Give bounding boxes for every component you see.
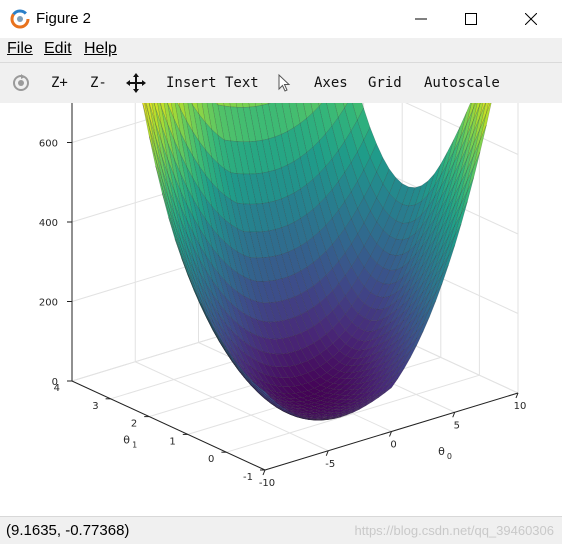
x-tick-label: 10 (514, 401, 527, 412)
close-button[interactable] (508, 0, 554, 38)
menu-help[interactable]: Help (84, 40, 117, 58)
y-tick-label: 3 (92, 401, 98, 412)
x-tick-label: -5 (325, 459, 335, 470)
zoom-out-button[interactable]: Z- (90, 75, 107, 91)
z-tick-label: 600 (39, 139, 58, 150)
y-axis-label-subscript: 1 (132, 441, 137, 450)
menu-edit[interactable]: Edit (44, 40, 72, 58)
x-tick-label: 5 (454, 420, 460, 431)
axes-button[interactable]: Axes (314, 75, 348, 91)
status-bar: (9.1635, -0.77368) https://blog.csdn.net… (0, 516, 562, 544)
y-tick-label: 1 (169, 436, 175, 447)
rotate-icon[interactable] (11, 73, 31, 93)
y-tick-label: 0 (208, 454, 214, 465)
maximize-button[interactable] (448, 0, 494, 38)
surface-mesh (72, 103, 518, 420)
x-tick (263, 470, 265, 475)
x-axis-label-subscript: 0 (447, 452, 452, 461)
y-axis-label: θ (123, 434, 130, 447)
maximize-icon (465, 13, 477, 25)
window-title: Figure 2 (36, 10, 91, 27)
zoom-in-button[interactable]: Z+ (51, 75, 68, 91)
watermark: https://blog.csdn.net/qq_39460306 (355, 523, 555, 538)
y-axis-line (72, 381, 265, 470)
toolbar: Z+ Z- Insert Text Axes Grid Autoscale (0, 62, 562, 104)
z-tick-label: 200 (39, 298, 58, 309)
menu-file-label: File (7, 40, 33, 57)
select-pointer-icon[interactable] (277, 73, 291, 93)
plot-canvas[interactable]: -10-50510-1012340200400600800θ0θ1 (0, 103, 562, 516)
menu-file[interactable]: File (7, 40, 33, 58)
grid-button[interactable]: Grid (368, 75, 402, 91)
y-tick-label: -1 (243, 472, 253, 483)
autoscale-button[interactable]: Autoscale (424, 75, 500, 91)
y-tick-label: 2 (131, 419, 137, 430)
x-tick-label: 0 (390, 440, 396, 451)
cursor-coordinates: (9.1635, -0.77368) (6, 522, 129, 539)
minimize-icon (415, 13, 427, 25)
x-axis-label: θ (438, 445, 445, 458)
title-bar[interactable]: Figure 2 (0, 0, 562, 38)
menu-help-label: Help (84, 40, 117, 57)
menu-edit-label: Edit (44, 40, 72, 57)
surface-plot[interactable]: -10-50510-1012340200400600800θ0θ1 (0, 103, 562, 516)
octave-app-icon (9, 8, 31, 30)
z-tick-label: 0 (52, 377, 58, 388)
x-tick-label: -10 (259, 478, 275, 489)
menu-bar: File Edit Help (0, 38, 562, 62)
minimize-button[interactable] (398, 0, 444, 38)
close-icon (525, 13, 537, 25)
z-tick-label: 400 (39, 218, 58, 229)
pan-icon[interactable] (126, 73, 146, 93)
insert-text-button[interactable]: Insert Text (166, 75, 259, 91)
